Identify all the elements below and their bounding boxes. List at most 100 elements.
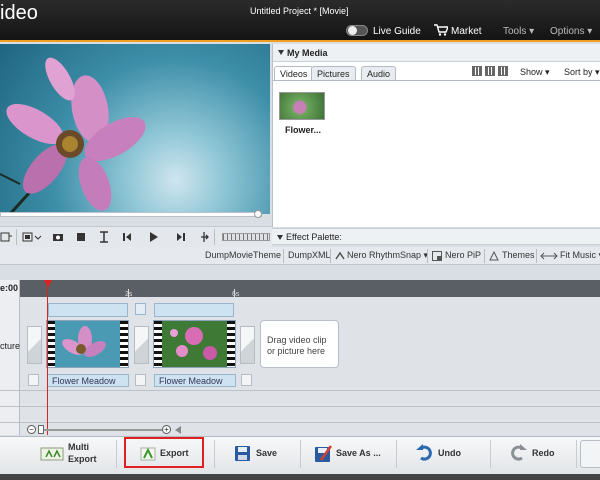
sort-by-dropdown[interactable]: Sort by ▾: [564, 67, 600, 78]
transition-effect-slot[interactable]: [135, 303, 146, 315]
divider: [283, 249, 284, 263]
frame-slider[interactable]: [222, 233, 270, 241]
film-strip: [154, 321, 162, 367]
show-dropdown[interactable]: Show ▾: [520, 67, 550, 78]
pip-icon: [432, 251, 442, 261]
cart-icon[interactable]: [434, 24, 448, 36]
playhead[interactable]: [47, 287, 48, 435]
redo-icon: [511, 444, 527, 461]
split-icon[interactable]: [198, 231, 210, 243]
nero-pip-button[interactable]: Nero PiP: [445, 250, 481, 260]
clip-1-thumbnail: [55, 321, 120, 367]
divider: [427, 249, 428, 263]
dump-xml-button[interactable]: DumpXML: [288, 250, 331, 260]
collapse-triangle-icon[interactable]: [278, 50, 284, 55]
themes-button[interactable]: Themes: [502, 250, 535, 260]
tab-divider: [273, 80, 600, 81]
transition-marker[interactable]: [135, 374, 146, 386]
timecode-label: e:00: [0, 283, 19, 293]
trim-icon[interactable]: [98, 231, 110, 243]
time-ruler[interactable]: [20, 280, 600, 297]
live-guide-toggle[interactable]: [346, 25, 368, 36]
divider: [214, 229, 215, 245]
dump-movie-theme-button[interactable]: DumpMovieTheme: [205, 250, 281, 260]
bottom-strip: [0, 474, 600, 480]
divider: [576, 440, 577, 468]
zoom-slider-track[interactable]: [44, 429, 162, 431]
video-preview: [0, 44, 270, 214]
playback-progress-handle[interactable]: [254, 210, 262, 218]
track-divider: [0, 390, 600, 391]
zoom-slider-handle[interactable]: [38, 425, 44, 434]
divider: [300, 440, 301, 468]
divider: [536, 249, 537, 263]
play-icon[interactable]: [147, 231, 159, 243]
camera-icon[interactable]: [52, 231, 64, 243]
timeline-clip-2[interactable]: [153, 320, 236, 368]
multi-export-label-1: Multi: [68, 442, 89, 452]
tab-pictures[interactable]: Pictures: [311, 66, 356, 80]
divider: [330, 249, 331, 263]
rhythm-snap-icon: [335, 251, 345, 260]
save-button[interactable]: Save: [232, 437, 292, 472]
market-button[interactable]: Market: [451, 26, 482, 37]
my-media-header[interactable]: My Media: [273, 44, 600, 62]
themes-icon: [489, 251, 499, 261]
effect-palette-label: Effect Palette:: [286, 232, 342, 242]
redo-label: Redo: [532, 448, 555, 458]
stop-icon[interactable]: [75, 231, 87, 243]
playback-progress-track[interactable]: [0, 212, 262, 217]
track-header-column: [0, 280, 20, 435]
options-menu[interactable]: Options ▾: [550, 26, 592, 37]
transition-slot[interactable]: [134, 326, 149, 364]
divider: [490, 440, 491, 468]
menu-icon[interactable]: [0, 231, 12, 243]
collapse-triangle-icon[interactable]: [277, 235, 283, 240]
list-view-icon[interactable]: [472, 66, 482, 76]
display-mode-icon[interactable]: [22, 231, 42, 243]
transition-marker[interactable]: [28, 374, 39, 386]
tab-videos[interactable]: Videos: [274, 66, 314, 81]
nero-rhythmsnap-button[interactable]: Nero RhythmSnap ▾: [347, 250, 428, 261]
film-strip: [120, 321, 128, 367]
save-as-icon: [315, 445, 333, 462]
redo-button[interactable]: Redo: [508, 437, 568, 472]
tools-menu[interactable]: Tools ▾: [503, 26, 534, 37]
detail-view-icon[interactable]: [498, 66, 508, 76]
media-item-label[interactable]: Flower...: [285, 125, 321, 135]
live-guide-label[interactable]: Live Guide: [373, 26, 421, 37]
clip-dropzone[interactable]: Drag video clip or picture here: [260, 320, 339, 368]
film-strip: [47, 321, 55, 367]
save-as-button[interactable]: Save As ...: [312, 437, 390, 472]
zoom-in-button[interactable]: +: [162, 425, 171, 434]
multi-export-icon: [40, 447, 64, 461]
fit-music-button[interactable]: Fit Music ▾: [560, 250, 600, 261]
thumbnail-view-icon[interactable]: [485, 66, 495, 76]
multi-export-button[interactable]: Multi Export: [38, 437, 108, 472]
next-button[interactable]: [580, 440, 600, 468]
effect-palette-header[interactable]: Effect Palette:: [272, 228, 600, 245]
fit-music-icon: [540, 252, 558, 260]
divider: [16, 229, 17, 245]
transition-slot[interactable]: [27, 326, 42, 364]
transition-slot[interactable]: [240, 326, 255, 364]
playhead-handle[interactable]: [44, 280, 52, 288]
timeline-clip-1[interactable]: [46, 320, 129, 368]
zoom-out-button[interactable]: −: [27, 425, 36, 434]
save-label: Save: [256, 448, 278, 458]
scroll-left-icon[interactable]: [175, 426, 182, 434]
divider: [484, 249, 485, 263]
undo-button[interactable]: Undo: [414, 437, 474, 472]
previous-frame-icon[interactable]: [121, 231, 133, 243]
tab-audio[interactable]: Audio: [361, 66, 397, 80]
next-frame-icon[interactable]: [175, 231, 187, 243]
my-media-title: My Media: [287, 48, 328, 58]
transition-marker[interactable]: [241, 374, 252, 386]
divider: [396, 440, 397, 468]
clip-1-name[interactable]: Flower Meadow: [47, 374, 129, 387]
clip-2-name[interactable]: Flower Meadow: [154, 374, 236, 387]
divider: [116, 440, 117, 468]
clip-effect-slot[interactable]: [48, 303, 128, 317]
clip-effect-slot[interactable]: [154, 303, 234, 317]
media-thumbnail[interactable]: [279, 92, 325, 120]
